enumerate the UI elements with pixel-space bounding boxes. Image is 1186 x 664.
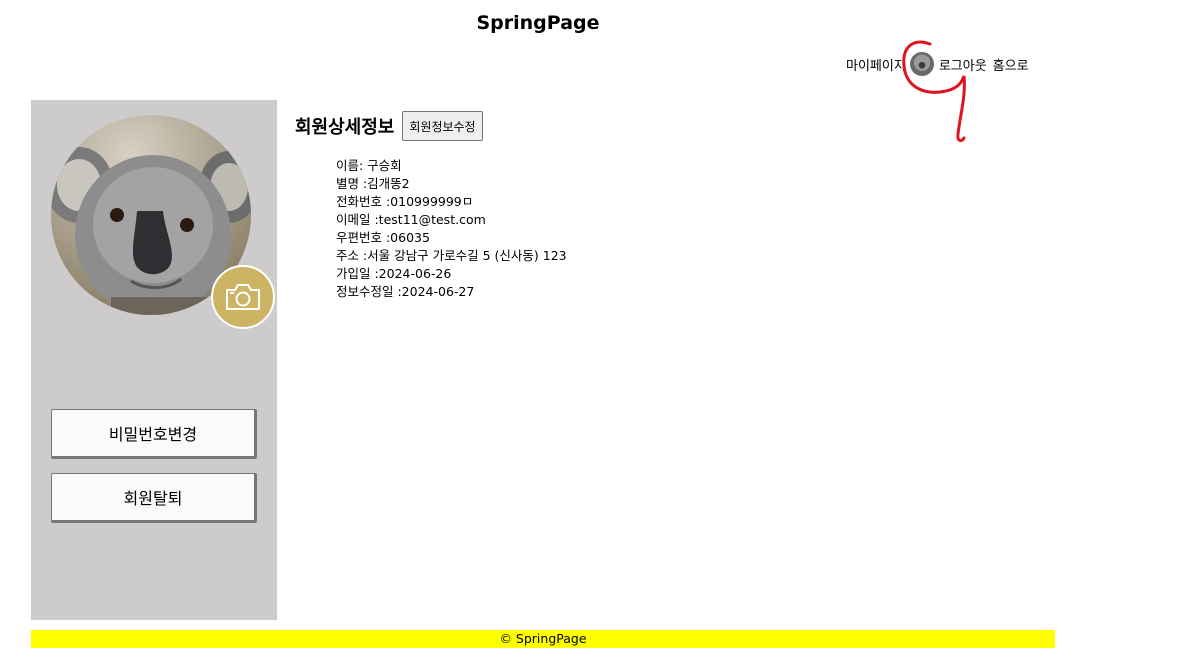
page-title: 회원상세정보 [295, 117, 395, 138]
change-password-button[interactable]: 비밀번호변경 [51, 409, 257, 459]
info-zipcode: 우편번호 :06035 [336, 230, 430, 245]
withdraw-button[interactable]: 회원탈퇴 [51, 473, 257, 523]
user-avatar[interactable] [909, 52, 934, 76]
info-address: 주소 :서울 강남구 가로수길 5 (신사동) 123 [336, 248, 567, 263]
site-title: SpringPage [476, 12, 600, 34]
member-detail-header: 회원상세정보 회원정보수정 [295, 111, 483, 141]
footer: © SpringPage [31, 630, 1055, 648]
camera-icon [226, 284, 260, 310]
profile-image-area [51, 115, 275, 329]
info-email: 이메일 :test11@test.com [336, 212, 486, 227]
edit-member-button[interactable]: 회원정보수정 [402, 111, 483, 141]
info-update-date: 정보수정일 :2024-06-27 [336, 284, 475, 299]
home-link[interactable]: 홈으로 [993, 55, 1029, 74]
change-photo-button[interactable] [211, 265, 275, 329]
logout-link[interactable]: 로그아웃 [939, 55, 987, 74]
info-nickname: 별명 :김개똥2 [336, 176, 410, 191]
mypage-link[interactable]: 마이페이지 [846, 55, 906, 74]
top-nav: 마이페이지 로그아웃 홈으로 [846, 52, 1029, 76]
member-info-list: 이름: 구승회 별명 :김개똥2 전화번호 :010999999ㅁ 이메일 :t… [336, 157, 567, 301]
info-name: 이름: 구승회 [336, 158, 402, 173]
info-join-date: 가입일 :2024-06-26 [336, 266, 452, 281]
info-phone: 전화번호 :010999999ㅁ [336, 194, 474, 209]
sidebar: 비밀번호변경 회원탈퇴 [31, 100, 277, 620]
